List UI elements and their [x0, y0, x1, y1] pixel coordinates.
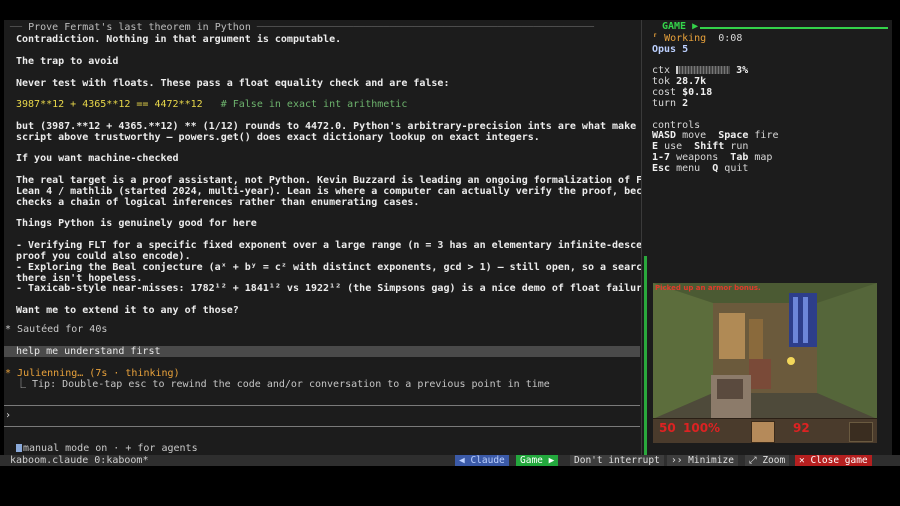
- section-heading: If you want machine-checked: [16, 153, 179, 164]
- action-move: move: [682, 130, 707, 141]
- message-line: Want me to extend it to any of those?: [16, 305, 239, 316]
- thinking-text: Julienning… (7s · thinking): [17, 368, 180, 379]
- key-e: E: [652, 141, 659, 152]
- action-use: use: [664, 141, 683, 152]
- action-fire: fire: [754, 130, 779, 141]
- code-line: 3987**12 + 4365**12 == 4472**12 # False …: [16, 99, 407, 110]
- session-title: Prove Fermat's last theorem in Python: [28, 22, 251, 33]
- player-face-icon: [751, 421, 775, 443]
- message-line: Never test with floats. These pass a flo…: [16, 78, 450, 89]
- action-map: map: [754, 152, 773, 163]
- game-viewport[interactable]: Picked up an armor bonus. 50 100% 92: [653, 283, 877, 443]
- cost-label: cost: [652, 87, 677, 98]
- dont-interrupt-button[interactable]: Don't interrupt: [570, 455, 664, 466]
- pane-title-bar: ── Prove Fermat's last theorem in Python…: [10, 22, 595, 33]
- input-divider-bottom: [4, 426, 640, 427]
- message-line: The real target is a proof assistant, no…: [16, 175, 642, 186]
- sauteed-status: * Sautéed for 40s: [5, 324, 108, 335]
- sauteed-text: Sautéed for 40s: [17, 324, 108, 335]
- game-tab-label[interactable]: GAME ▶: [662, 22, 698, 32]
- message-line: - Exploring the Beal conjecture (aˣ + bʸ…: [16, 262, 642, 273]
- working-status: ⸢ Working 0:08: [652, 33, 742, 44]
- action-weapons: weapons: [676, 152, 719, 163]
- message-line: Lean 4 / mathlib (started 2024, multi-ye…: [16, 186, 642, 197]
- thinking-status: * Julienning… (7s · thinking): [5, 368, 180, 379]
- panel-accent-edge: [644, 256, 647, 456]
- conversation-pane[interactable]: ── Prove Fermat's last theorem in Python…: [4, 20, 642, 456]
- message-line: but (3987.**12 + 4365.**12) ** (1/12) ro…: [16, 121, 642, 132]
- tip-line: ⎿ Tip: Double-tap esc to rewind the code…: [16, 379, 550, 390]
- turn-row: turn 2: [652, 98, 688, 109]
- section-heading: The trap to avoid: [16, 56, 119, 67]
- claude-tab-button[interactable]: ◀ Claude: [455, 455, 509, 466]
- minimize-button[interactable]: ›› Minimize: [667, 455, 738, 466]
- keycard-slots: [849, 422, 873, 442]
- session-window-label: kaboom.claude 0:kaboom*: [10, 455, 149, 466]
- action-quit: quit: [724, 163, 749, 174]
- message-line: - Verifying FLT for a specific fixed exp…: [16, 240, 642, 251]
- message-line: script above trustworthy — powers.get() …: [16, 132, 540, 143]
- key-esc: Esc: [652, 163, 671, 174]
- ctx-progress-bar: [676, 66, 731, 74]
- prompt-input[interactable]: ›: [5, 410, 11, 421]
- input-divider-top: [4, 405, 640, 406]
- ctx-row: ctx 3%: [652, 65, 748, 76]
- key-shift: Shift: [694, 141, 725, 152]
- spinner-icon: ⸢: [652, 33, 659, 44]
- cost-row: cost $0.18: [652, 87, 712, 98]
- user-message: help me understand first: [16, 346, 161, 357]
- prompt-symbol: ›: [5, 410, 12, 421]
- code-comment: # False in exact int arithmetic: [220, 99, 408, 110]
- action-menu: menu: [676, 163, 701, 174]
- controls-row: 1-7 weapons Tab map: [652, 152, 772, 163]
- key-1-7: 1-7: [652, 152, 671, 163]
- message-line: checks a chain of logical inferences rat…: [16, 197, 420, 208]
- game-tab-button[interactable]: Game ▶: [516, 455, 559, 466]
- mode-indicator[interactable]: manual mode on · + for agents: [16, 443, 198, 454]
- key-q: Q: [712, 163, 719, 174]
- controls-row: WASD move Space fire: [652, 130, 779, 141]
- key-tab: Tab: [730, 152, 749, 163]
- mode-toggle-icon: [16, 444, 22, 452]
- action-run: run: [730, 141, 749, 152]
- timer: 0:08: [718, 33, 743, 44]
- close-game-button[interactable]: ✕ Close game: [795, 455, 872, 466]
- hud-ammo: 50: [659, 421, 676, 435]
- tok-value: 28.7k: [676, 76, 707, 87]
- message-line: proof you could also encode).: [16, 251, 191, 262]
- game-message: Picked up an armor bonus.: [655, 284, 761, 292]
- turn-value: 2: [682, 98, 689, 109]
- working-text: Working: [664, 33, 707, 44]
- message-line: Contradiction. Nothing in that argument …: [16, 34, 342, 45]
- user-message-bar[interactable]: help me understand first: [4, 346, 640, 357]
- controls-row: E use Shift run: [652, 141, 748, 152]
- cost-value: $0.18: [682, 87, 713, 98]
- ctx-percent: 3%: [736, 65, 749, 76]
- tmux-status-bar: kaboom.claude 0:kaboom* ◀ Claude Game ▶ …: [0, 455, 900, 466]
- hud-armor: 92: [793, 421, 810, 435]
- ctx-label: ctx: [652, 65, 671, 76]
- tok-label: tok: [652, 76, 671, 87]
- game-header-rule: [700, 27, 888, 29]
- tok-row: tok 28.7k: [652, 76, 706, 87]
- game-scene: [653, 283, 877, 419]
- game-hud: 50 100% 92: [653, 418, 877, 443]
- key-wasd: WASD: [652, 130, 677, 141]
- code-expression: 3987**12 + 4365**12 == 4472**12: [16, 99, 203, 110]
- controls-row: Esc menu Q quit: [652, 163, 748, 174]
- section-heading: Things Python is genuinely good for here: [16, 218, 257, 229]
- model-name: Opus 5: [652, 44, 689, 55]
- message-line: - Taxicab-style near-misses: 1782¹² + 18…: [16, 283, 642, 294]
- hud-health: 100%: [683, 421, 721, 435]
- turn-label: turn: [652, 98, 677, 109]
- mode-text: manual mode on · + for agents: [23, 443, 198, 454]
- zoom-button[interactable]: ⤢ Zoom: [745, 455, 790, 466]
- key-space: Space: [718, 130, 749, 141]
